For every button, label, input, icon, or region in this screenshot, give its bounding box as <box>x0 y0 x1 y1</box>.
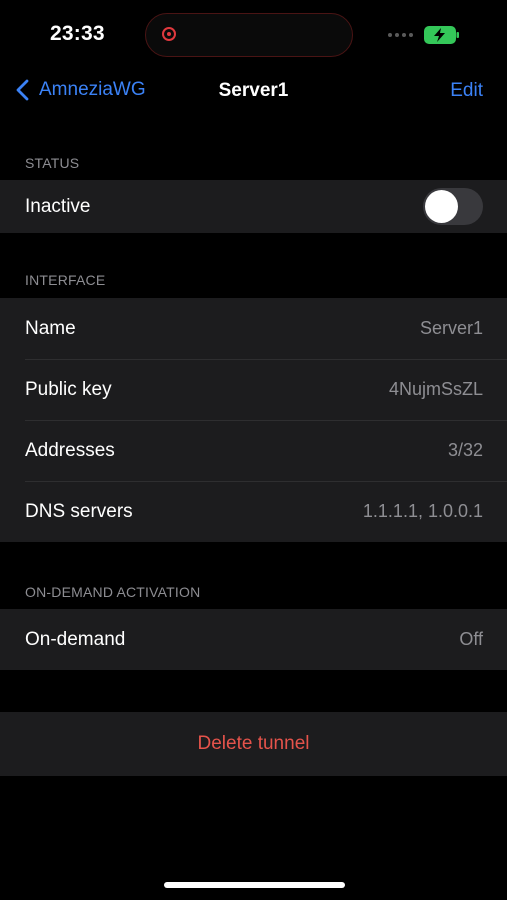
row-value: Off <box>459 629 483 649</box>
screen-recording-icon <box>162 27 176 41</box>
toggle-knob <box>425 190 458 223</box>
row-label: On-demand <box>25 628 126 650</box>
status-section-header: STATUS <box>25 155 80 171</box>
row-label: DNS servers <box>25 500 133 522</box>
interface-row-name: Name Server1 <box>0 298 507 359</box>
status-label: Inactive <box>25 195 91 217</box>
row-label: Name <box>25 317 76 339</box>
edit-button[interactable]: Edit <box>450 80 483 102</box>
on-demand-row[interactable]: On-demand Off <box>0 609 507 670</box>
on-demand-section-header: ON-DEMAND ACTIVATION <box>25 584 201 600</box>
interface-row-addresses: Addresses 3/32 <box>0 420 507 481</box>
battery-charging-icon <box>424 26 459 44</box>
on-demand-group: On-demand Off <box>0 609 507 670</box>
home-indicator <box>164 882 345 888</box>
interface-row-dns-servers: DNS servers 1.1.1.1, 1.0.0.1 <box>0 481 507 542</box>
status-bar: 23:33 <box>0 0 507 72</box>
row-value: Server1 <box>419 318 483 338</box>
interface-section-header: INTERFACE <box>25 272 106 288</box>
row-label: Public key <box>25 378 112 400</box>
interface-row-public-key: Public key 4NujmSsZL <box>0 359 507 420</box>
interface-group: Name Server1 Public key 4NujmSsZL Addres… <box>0 298 507 542</box>
delete-tunnel-label: Delete tunnel <box>197 733 310 754</box>
row-label: Addresses <box>25 439 115 461</box>
status-row: Inactive <box>0 180 507 233</box>
clock: 23:33 <box>50 22 105 45</box>
row-value: 4NujmSsZL <box>388 379 483 399</box>
navigation-bar: AmneziaWG Server1 Edit <box>0 72 507 110</box>
cellular-signal-icon <box>388 33 413 37</box>
delete-tunnel-button[interactable]: Delete tunnel <box>0 712 507 776</box>
tunnel-toggle[interactable] <box>423 188 483 225</box>
status-group: Inactive <box>0 180 507 233</box>
row-value: 3/32 <box>447 440 483 460</box>
dynamic-island <box>145 13 353 57</box>
row-value: 1.1.1.1, 1.0.0.1 <box>362 501 483 521</box>
page-title: Server1 <box>218 80 289 101</box>
